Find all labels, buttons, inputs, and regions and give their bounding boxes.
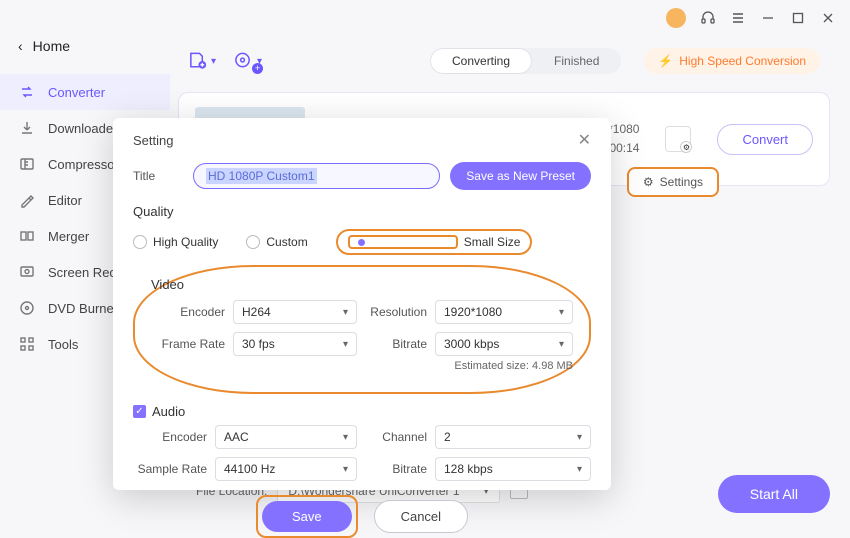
tools-icon <box>18 335 36 353</box>
sidebar-item-label: DVD Burner <box>48 301 118 316</box>
radio-small-size[interactable]: Small Size <box>336 229 533 255</box>
high-speed-badge[interactable]: ⚡ High Speed Conversion <box>644 48 820 74</box>
editor-icon <box>18 191 36 209</box>
audio-encoder-select[interactable]: AAC▾ <box>215 425 357 449</box>
save-button-highlight: Save <box>256 495 358 538</box>
maximize-icon[interactable] <box>790 10 806 26</box>
converter-icon <box>18 83 36 101</box>
settings-gear-icon: ⚙ <box>643 175 654 189</box>
sidebar-item-converter[interactable]: Converter <box>0 74 170 110</box>
add-file-button[interactable]: ▾ <box>188 49 216 73</box>
radio-custom[interactable]: Custom <box>246 235 307 249</box>
sidebar-item-label: Converter <box>48 85 105 100</box>
bolt-icon: ⚡ <box>658 54 673 68</box>
compressor-icon <box>18 155 36 173</box>
save-button[interactable]: Save <box>262 501 352 532</box>
quality-heading: Quality <box>133 204 591 219</box>
menu-icon[interactable] <box>730 10 746 26</box>
audio-heading-row: ✓ Audio <box>133 404 591 419</box>
radio-high-quality[interactable]: High Quality <box>133 235 218 249</box>
close-window-icon[interactable] <box>820 10 836 26</box>
video-encoder-select[interactable]: H264▾ <box>233 300 357 324</box>
status-tabs: Converting Finished <box>430 48 621 74</box>
settings-button[interactable]: ⚙ Settings <box>627 167 719 197</box>
video-bitrate-select[interactable]: 3000 kbps▾ <box>435 332 573 356</box>
convert-button[interactable]: Convert <box>717 124 813 155</box>
sidebar-item-label: Merger <box>48 229 89 244</box>
video-resolution-select[interactable]: 1920*1080▾ <box>435 300 573 324</box>
audio-samplerate-select[interactable]: 44100 Hz▾ <box>215 457 357 481</box>
home-label: Home <box>33 38 70 54</box>
audio-heading: Audio <box>152 404 185 419</box>
screen-recorder-icon <box>18 263 36 281</box>
dvd-icon <box>18 299 36 317</box>
tab-converting[interactable]: Converting <box>430 48 532 74</box>
user-avatar[interactable] <box>666 8 686 28</box>
chevron-left-icon: ‹ <box>18 38 23 54</box>
support-icon[interactable] <box>700 10 716 26</box>
start-all-button[interactable]: Start All <box>718 475 830 513</box>
preset-title-input[interactable]: HD 1080P Custom1 <box>193 163 440 189</box>
modal-header: Setting <box>133 133 173 148</box>
minimize-icon[interactable] <box>760 10 776 26</box>
sidebar-item-label: Compressor <box>48 157 119 172</box>
downloader-icon <box>18 119 36 137</box>
back-home[interactable]: ‹ Home <box>0 30 170 62</box>
sidebar-item-label: Downloader <box>48 121 117 136</box>
gear-icon: ⚙ <box>680 141 692 153</box>
sidebar-item-label: Editor <box>48 193 82 208</box>
merger-icon <box>18 227 36 245</box>
sidebar-item-label: Tools <box>48 337 78 352</box>
video-heading: Video <box>151 277 573 292</box>
tab-finished[interactable]: Finished <box>532 48 621 74</box>
output-format-selector[interactable]: ⚙ <box>665 126 691 152</box>
video-settings-group: Video Encoder H264▾ Resolution 1920*1080… <box>133 265 591 394</box>
close-icon[interactable]: ✕ <box>578 130 591 150</box>
cancel-button[interactable]: Cancel <box>374 500 468 533</box>
audio-checkbox[interactable]: ✓ <box>133 405 146 418</box>
audio-bitrate-select[interactable]: 128 kbps▾ <box>435 457 591 481</box>
settings-modal: Setting ✕ Title HD 1080P Custom1 Save as… <box>113 118 611 490</box>
video-framerate-select[interactable]: 30 fps▾ <box>233 332 357 356</box>
audio-channel-select[interactable]: 2▾ <box>435 425 591 449</box>
save-new-preset-button[interactable]: Save as New Preset <box>450 162 591 190</box>
add-disc-button[interactable]: +▾ <box>234 49 262 73</box>
estimated-size: Estimated size: 4.98 MB <box>151 360 573 372</box>
title-label: Title <box>133 169 183 183</box>
main-toolbar: ▾ +▾ Converting Finished ⚡ High Speed Co… <box>178 40 830 82</box>
